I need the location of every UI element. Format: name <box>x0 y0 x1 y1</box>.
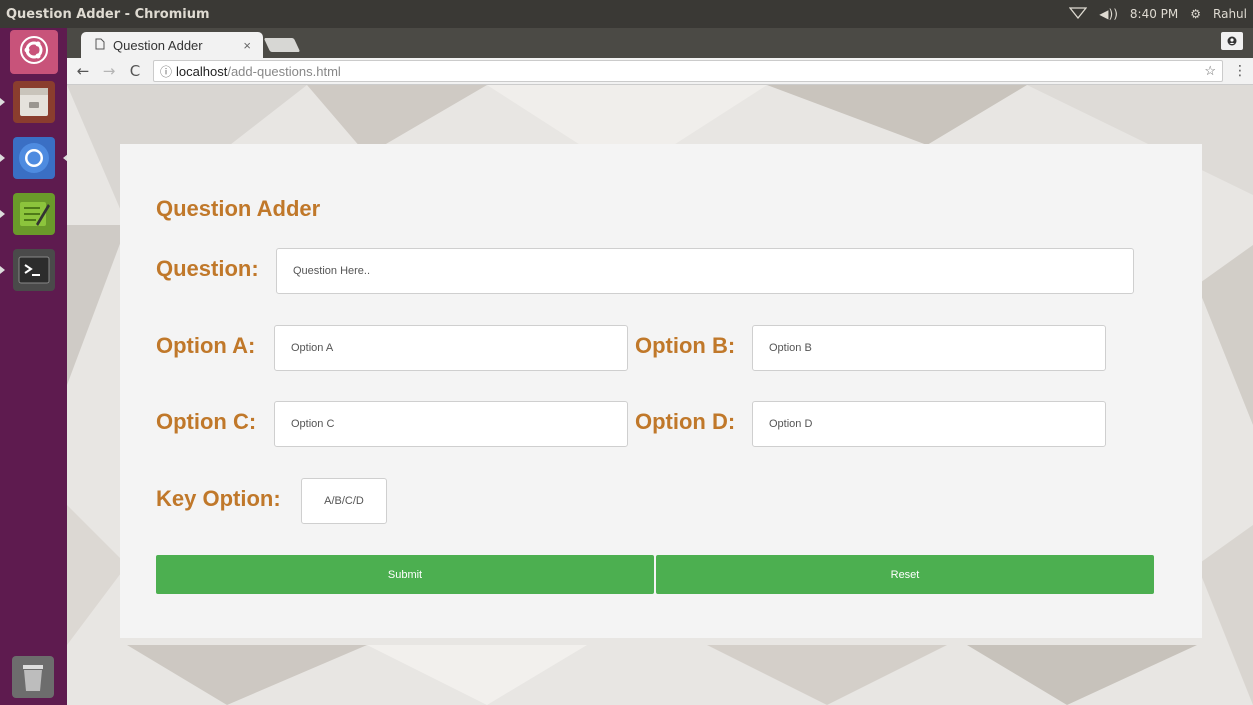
terminal-icon <box>12 249 55 291</box>
question-label: Question: <box>156 256 259 281</box>
files-icon <box>12 81 55 123</box>
option-d-input[interactable] <box>752 401 1106 447</box>
submit-button[interactable]: Submit <box>156 555 654 594</box>
question-input[interactable] <box>276 248 1134 294</box>
menu-icon[interactable]: ⋮ <box>1233 63 1247 79</box>
launcher <box>0 28 68 705</box>
option-a-label: Option A: <box>156 333 256 358</box>
browser-window: Question Adder × ← → C ⓘ localhost/add-q… <box>67 28 1253 705</box>
trash-icon <box>12 656 54 698</box>
window-title: Question Adder - Chromium <box>6 6 210 22</box>
url-path: /add-questions.html <box>227 63 341 79</box>
address-bar[interactable]: ⓘ localhost/add-questions.html ☆ <box>153 60 1223 82</box>
terminal-launcher-button[interactable] <box>0 246 60 294</box>
question-form-card: Question Adder Question: Option A: Optio… <box>120 144 1202 638</box>
reset-button[interactable]: Reset <box>656 555 1154 594</box>
new-tab-button[interactable] <box>263 38 301 52</box>
ubuntu-logo-icon <box>19 35 49 69</box>
trash-launcher-button[interactable] <box>7 653 59 701</box>
key-option-label: Key Option: <box>156 486 281 511</box>
option-c-input[interactable] <box>274 401 628 447</box>
indicators: ◀)) 8:40 PM ⚙ Rahul <box>1068 6 1253 22</box>
option-b-input[interactable] <box>752 325 1106 371</box>
tab-title: Question Adder <box>113 37 203 53</box>
gear-icon[interactable]: ⚙ <box>1190 7 1201 21</box>
volume-icon[interactable]: ◀)) <box>1099 7 1118 21</box>
clock[interactable]: 8:40 PM <box>1130 7 1178 21</box>
top-panel: Question Adder - Chromium ◀)) 8:40 PM ⚙ … <box>0 0 1253 28</box>
back-icon[interactable]: ← <box>73 62 93 80</box>
forward-icon[interactable]: → <box>99 62 119 80</box>
network-icon[interactable] <box>1068 6 1088 22</box>
tab-close-icon[interactable]: × <box>243 38 251 53</box>
option-a-input[interactable] <box>274 325 628 371</box>
chromium-icon <box>12 137 55 179</box>
page-icon <box>95 38 105 53</box>
tab-strip: Question Adder × <box>67 28 1253 58</box>
option-d-label: Option D: <box>635 409 736 434</box>
chromium-launcher-button[interactable] <box>0 134 68 182</box>
text-editor-launcher-button[interactable] <box>0 190 60 238</box>
bookmark-star-icon[interactable]: ☆ <box>1204 63 1216 79</box>
option-b-label: Option B: <box>635 333 736 358</box>
profile-icon[interactable] <box>1221 32 1243 50</box>
option-c-label: Option C: <box>156 409 257 434</box>
text-editor-icon <box>12 193 55 235</box>
page-viewport: Question Adder Question: Option A: Optio… <box>67 85 1253 705</box>
info-icon[interactable]: ⓘ <box>160 63 172 80</box>
url-host: localhost <box>176 63 228 79</box>
key-option-input[interactable] <box>301 478 387 524</box>
reload-icon[interactable]: C <box>125 62 145 80</box>
user-name[interactable]: Rahul <box>1213 7 1247 21</box>
ubuntu-dash-button[interactable] <box>9 30 58 74</box>
form-title: Question Adder <box>156 196 321 221</box>
tab-question-adder[interactable]: Question Adder × <box>81 32 263 58</box>
files-launcher-button[interactable] <box>0 78 60 126</box>
browser-toolbar: ← → C ⓘ localhost/add-questions.html ☆ ⋮ <box>67 58 1253 85</box>
